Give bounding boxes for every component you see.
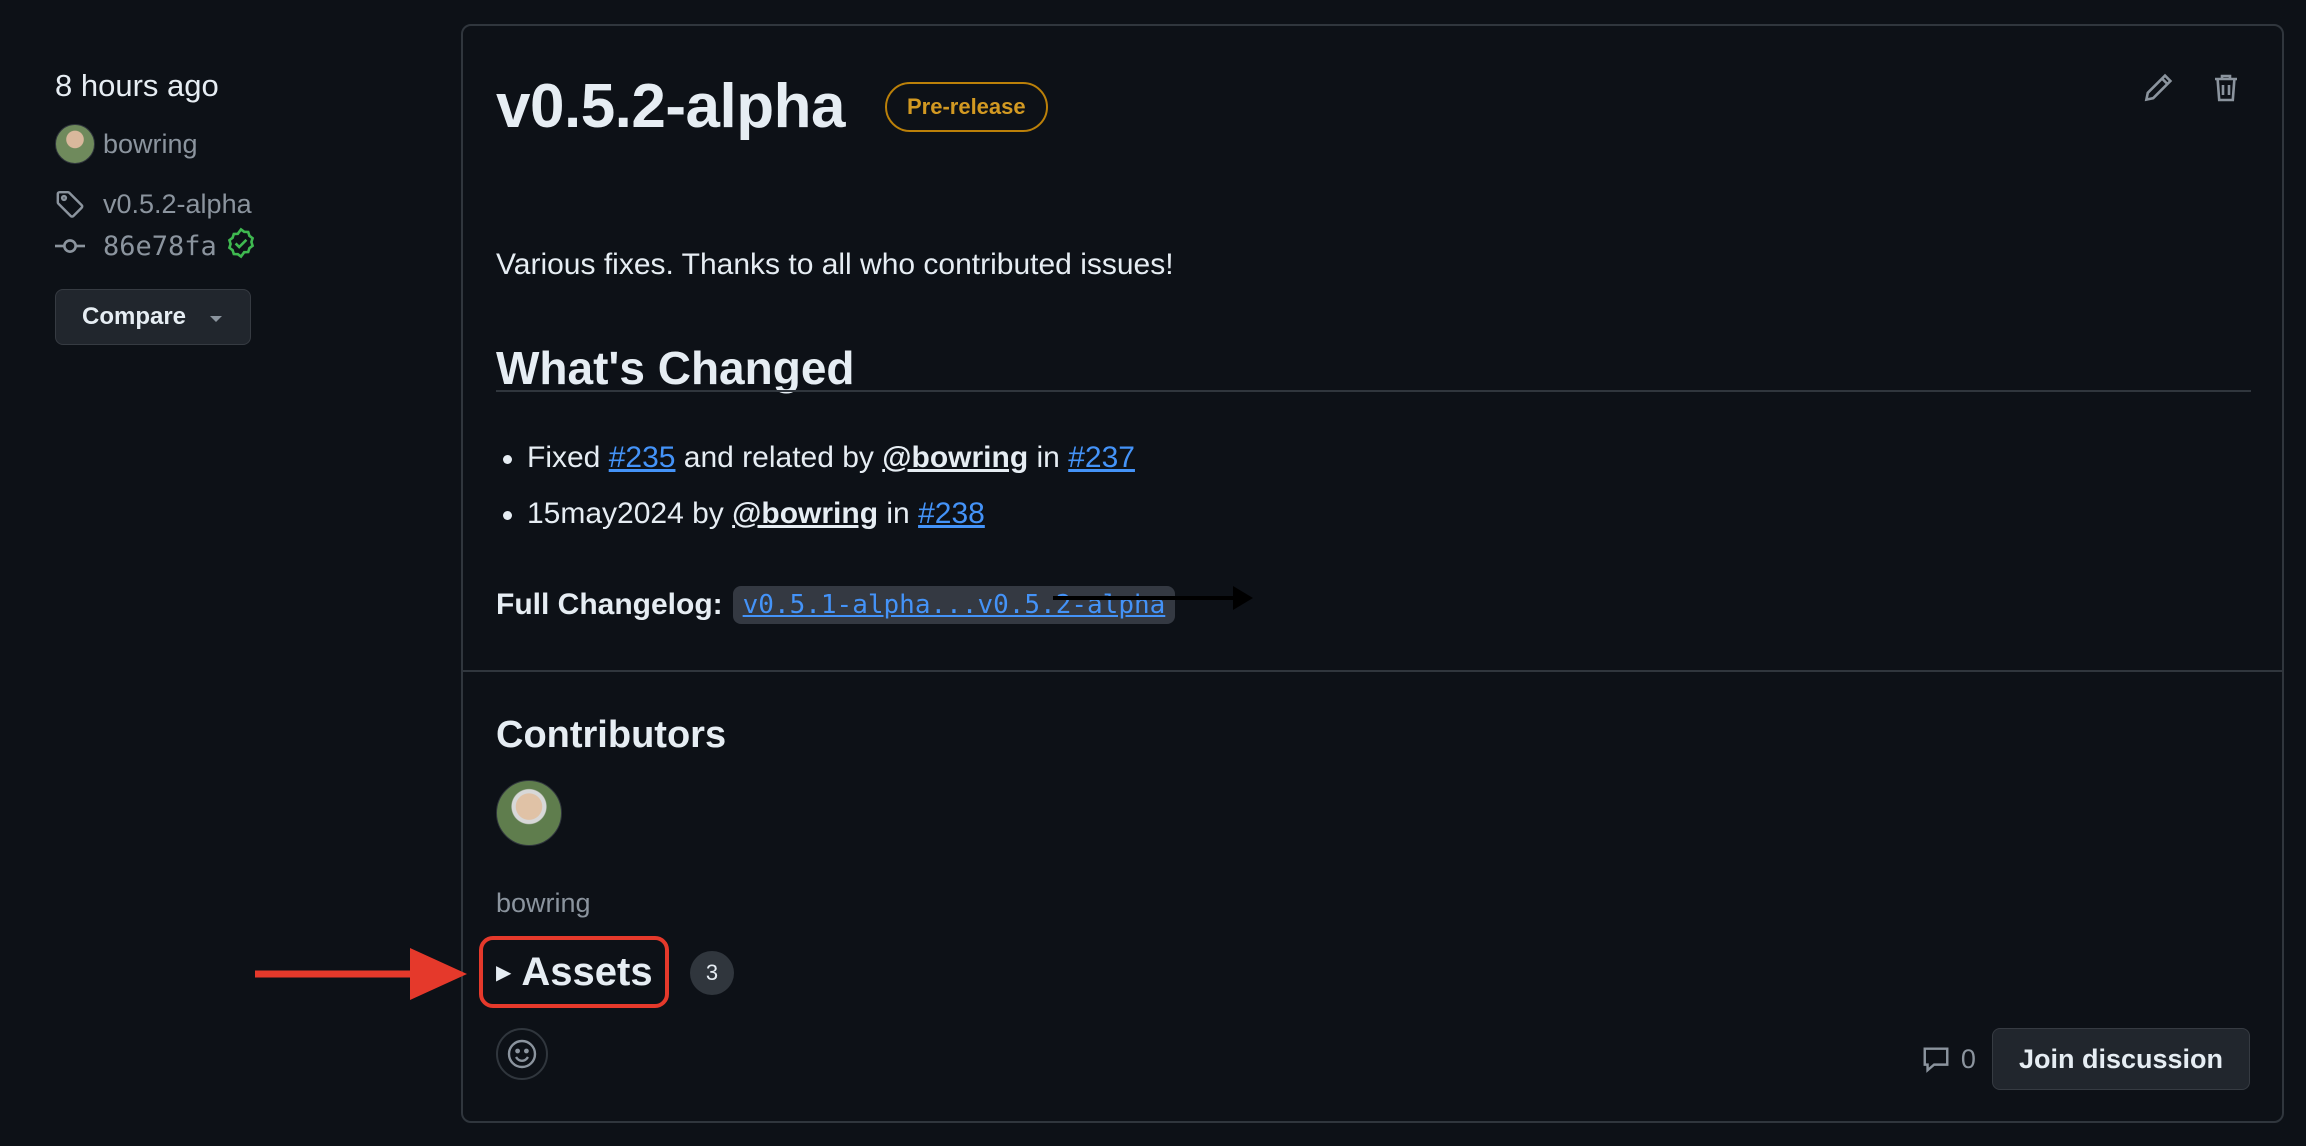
annotation-arrow-black bbox=[1053, 586, 1253, 610]
card-actions bbox=[2142, 72, 2242, 109]
smiley-icon[interactable] bbox=[496, 1028, 548, 1080]
release-card: v0.5.2-alpha Pre-release Various fixes. … bbox=[461, 24, 2284, 1123]
compare-label: Compare bbox=[82, 303, 187, 330]
title-row: v0.5.2-alpha Pre-release bbox=[496, 71, 1048, 142]
list-item: 15may2024 by @bowring in #238 bbox=[503, 486, 1135, 542]
author-name[interactable]: bowring bbox=[103, 129, 198, 160]
tag-name[interactable]: v0.5.2-alpha bbox=[103, 189, 252, 220]
heading-divider bbox=[496, 390, 2251, 392]
user-mention[interactable]: @bowring bbox=[732, 497, 878, 530]
contributor-name[interactable]: bowring bbox=[496, 888, 591, 919]
annotation-arrow-red bbox=[255, 948, 467, 1000]
commit-row[interactable]: 86e78fa bbox=[55, 225, 415, 267]
comment-icon bbox=[1923, 1047, 1949, 1073]
user-mention[interactable]: @bowring bbox=[882, 441, 1028, 474]
tag-icon bbox=[55, 184, 95, 224]
join-discussion-button[interactable]: Join discussion bbox=[1991, 1028, 2250, 1090]
release-description: Various fixes. Thanks to all who contrib… bbox=[496, 248, 1174, 281]
assets-count-badge: 3 bbox=[690, 951, 734, 995]
tag-row[interactable]: v0.5.2-alpha bbox=[55, 183, 415, 225]
comment-count[interactable]: 0 bbox=[1921, 1044, 1976, 1075]
verified-icon[interactable] bbox=[225, 227, 257, 266]
compare-button[interactable]: Compare bbox=[55, 289, 252, 345]
assets-label: Assets bbox=[521, 949, 653, 994]
changelog-label: Full Changelog: bbox=[496, 588, 723, 621]
author-row[interactable]: bowring bbox=[55, 123, 415, 165]
commit-hash[interactable]: 86e78fa bbox=[103, 231, 217, 262]
changes-list: Fixed #235 and related by @bowring in #2… bbox=[503, 430, 1135, 542]
pr-link[interactable]: #237 bbox=[1068, 441, 1135, 474]
release-time: 8 hours ago bbox=[55, 68, 219, 103]
discussion-area: 0 Join discussion bbox=[1921, 1028, 2250, 1090]
pencil-icon[interactable] bbox=[2142, 72, 2174, 109]
contributor-avatar[interactable] bbox=[496, 780, 562, 846]
prerelease-badge: Pre-release bbox=[884, 81, 1048, 132]
triangle-right-icon: ▶ bbox=[496, 961, 512, 984]
pr-link[interactable]: #238 bbox=[918, 497, 985, 530]
trash-icon[interactable] bbox=[2210, 72, 2242, 109]
list-item: Fixed #235 and related by @bowring in #2… bbox=[503, 430, 1135, 486]
contributors-heading: Contributors bbox=[496, 714, 727, 756]
whats-changed-heading: What's Changed bbox=[496, 342, 855, 394]
issue-link[interactable]: #235 bbox=[609, 441, 676, 474]
caret-down-icon bbox=[208, 303, 224, 331]
author-avatar bbox=[55, 124, 95, 164]
release-title[interactable]: v0.5.2-alpha bbox=[496, 71, 845, 142]
commit-icon bbox=[55, 226, 95, 266]
release-sidebar: 8 hours ago bowring v0.5.2-alpha 86e78fa bbox=[55, 70, 415, 345]
release-body: v0.5.2-alpha Pre-release Various fixes. … bbox=[463, 26, 2282, 672]
assets-toggle[interactable]: ▶ Assets bbox=[496, 944, 653, 1000]
